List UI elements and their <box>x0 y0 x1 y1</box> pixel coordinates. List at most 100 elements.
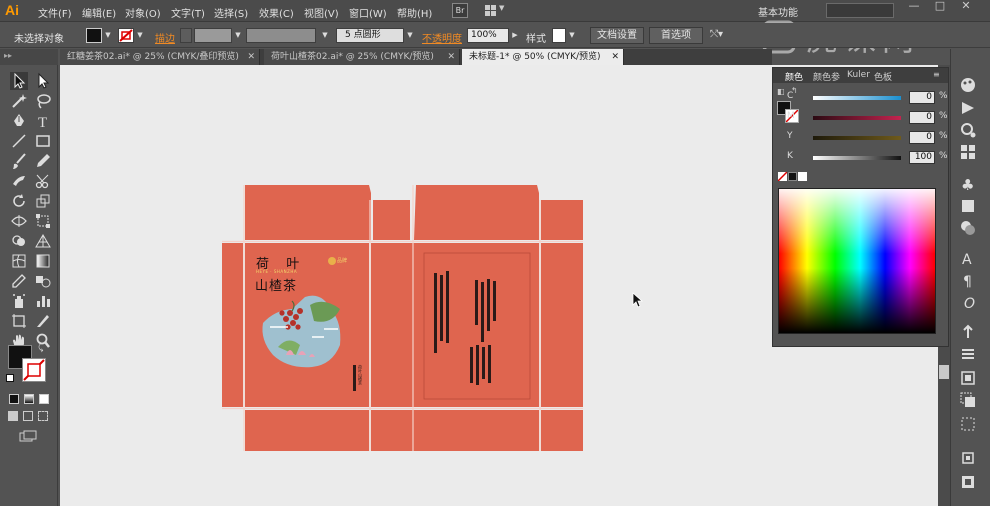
swap-colors-icon[interactable]: ⤹ <box>38 343 43 353</box>
magic-wand-tool-icon[interactable] <box>10 92 28 110</box>
slider-magenta[interactable]: M 0 % <box>787 111 948 125</box>
scrollbar-thumb[interactable] <box>939 365 949 379</box>
slider-track[interactable] <box>813 96 901 100</box>
tab-color-guide[interactable]: 颜色参 <box>813 70 840 83</box>
chevron-down-icon[interactable]: ▶ <box>510 28 520 43</box>
blob-brush-tool-icon[interactable] <box>10 172 28 190</box>
line-tool-icon[interactable] <box>10 132 28 150</box>
style-swatch[interactable] <box>552 28 566 43</box>
stroke-swatch[interactable] <box>118 28 134 43</box>
slider-track[interactable] <box>813 116 901 120</box>
yellow-value-input[interactable]: 0 <box>909 131 935 144</box>
preferences-button[interactable]: 首选项 <box>649 27 703 44</box>
collapse-icon[interactable]: ▸▸ <box>4 51 12 60</box>
rotate-tool-icon[interactable] <box>10 192 28 210</box>
opacity-input[interactable]: 100% <box>467 28 509 43</box>
fill-swatch[interactable] <box>86 28 102 43</box>
scale-tool-icon[interactable] <box>34 192 52 210</box>
draw-normal-icon[interactable] <box>8 411 18 421</box>
pencil-tool-icon[interactable] <box>34 152 52 170</box>
tab-document-1[interactable]: 红糖姜茶02.ai* @ 25% (CMYK/叠印预览) ✕ <box>60 49 260 65</box>
tab-color[interactable]: 颜色 <box>785 70 803 83</box>
color-panel-icon[interactable] <box>959 76 977 94</box>
mesh-tool-icon[interactable] <box>10 252 28 270</box>
document-setup-button[interactable]: 文档设置 <box>590 27 644 44</box>
gradient-tool-icon[interactable] <box>34 252 52 270</box>
color-spectrum-picker[interactable] <box>778 188 936 334</box>
close-icon[interactable]: ✕ <box>447 49 455 65</box>
graphic-styles-icon[interactable] <box>959 473 977 491</box>
width-tool-icon[interactable] <box>10 212 28 230</box>
default-colors-icon[interactable]: ◧ <box>777 87 785 96</box>
close-icon[interactable]: ✕ <box>247 49 255 65</box>
chevron-down-icon[interactable]: ▼ <box>135 28 145 43</box>
direct-selection-tool-icon[interactable] <box>34 72 52 90</box>
blend-tool-icon[interactable] <box>34 272 52 290</box>
chevron-down-icon[interactable]: ▼ <box>567 28 577 43</box>
white-swatch[interactable] <box>798 172 807 181</box>
none-swatch[interactable] <box>777 171 788 182</box>
transform-icon[interactable] <box>959 369 977 387</box>
slider-track[interactable] <box>813 136 901 140</box>
menu-window[interactable]: 窗口(W) <box>349 5 387 20</box>
chevron-down-icon[interactable]: ▼ <box>320 28 330 43</box>
menu-type[interactable]: 文字(T) <box>171 5 205 20</box>
layers-icon[interactable] <box>959 415 977 433</box>
close-icon[interactable]: ✕ <box>611 49 619 65</box>
stroke-weight-input[interactable] <box>194 28 232 43</box>
brush-dropdown[interactable]: 5 点圆形 <box>336 28 404 43</box>
workspace-switcher[interactable]: 基本功能 <box>758 4 798 19</box>
draw-behind-icon[interactable] <box>23 411 33 421</box>
slider-black[interactable]: K 100 % <box>787 151 948 165</box>
screen-mode-icon[interactable] <box>19 430 37 442</box>
menu-effect[interactable]: 效果(C) <box>259 5 294 20</box>
tab-document-3[interactable]: 未标题-1* @ 50% (CMYK/预览) ✕ <box>462 49 624 65</box>
search-input[interactable] <box>826 3 894 18</box>
artboards-icon[interactable] <box>959 449 977 467</box>
shape-builder-tool-icon[interactable] <box>10 232 28 250</box>
menu-file[interactable]: 文件(F) <box>38 5 72 20</box>
close-window-button[interactable]: ✕ <box>954 0 978 14</box>
chevron-down-icon[interactable]: ▼ <box>233 28 243 43</box>
type-tool-icon[interactable]: T <box>34 112 52 131</box>
stroke-panel-icon[interactable] <box>959 197 977 215</box>
none-mode-icon[interactable] <box>39 394 49 404</box>
tools-panel-header[interactable]: ▸▸ <box>0 49 58 65</box>
slider-cyan[interactable]: C 0 % <box>787 91 948 105</box>
column-graph-tool-icon[interactable] <box>34 292 52 310</box>
menu-help[interactable]: 帮助(H) <box>397 5 432 20</box>
chevron-down-icon[interactable]: ▼ <box>103 28 113 43</box>
menu-view[interactable]: 视图(V) <box>304 5 339 20</box>
tab-kuler[interactable]: Kuler <box>847 70 870 80</box>
stroke-color-swatch[interactable] <box>22 358 46 382</box>
selection-tool-icon[interactable] <box>10 72 28 90</box>
stroke-weight-stepper[interactable] <box>180 28 192 43</box>
pen-tool-icon[interactable] <box>10 112 28 130</box>
slider-track[interactable] <box>813 156 901 160</box>
free-transform-tool-icon[interactable] <box>34 212 52 230</box>
character-icon[interactable]: A <box>959 249 977 268</box>
menu-select[interactable]: 选择(S) <box>214 5 248 20</box>
swatches-icon[interactable] <box>959 143 977 161</box>
symbols-icon[interactable]: ♣ <box>959 175 977 194</box>
bridge-button[interactable]: Br <box>452 3 468 18</box>
opacity-label[interactable]: 不透明度 <box>422 30 462 45</box>
color-guide-icon[interactable] <box>959 99 977 117</box>
paragraph-icon[interactable]: ¶ <box>959 271 977 290</box>
default-colors-icon[interactable] <box>6 374 14 382</box>
rectangle-tool-icon[interactable] <box>34 132 52 150</box>
artboard-tool-icon[interactable] <box>10 312 28 330</box>
black-swatch[interactable] <box>788 172 797 181</box>
chevron-down-icon[interactable]: ▼ <box>405 28 415 43</box>
perspective-grid-tool-icon[interactable] <box>34 232 52 250</box>
menu-edit[interactable]: 编辑(E) <box>82 5 116 20</box>
menu-object[interactable]: 对象(O) <box>125 5 161 20</box>
restore-button[interactable]: □ <box>928 0 952 14</box>
draw-inside-icon[interactable] <box>38 411 48 421</box>
appearance-icon[interactable] <box>959 219 977 237</box>
variable-width-dropdown[interactable] <box>246 28 316 43</box>
pathfinder-icon[interactable] <box>959 391 977 409</box>
slider-yellow[interactable]: Y 0 % <box>787 131 948 145</box>
panel-menu-icon[interactable]: ≡ <box>933 70 940 79</box>
isolate-icon[interactable]: ⤲▾ <box>710 29 723 40</box>
